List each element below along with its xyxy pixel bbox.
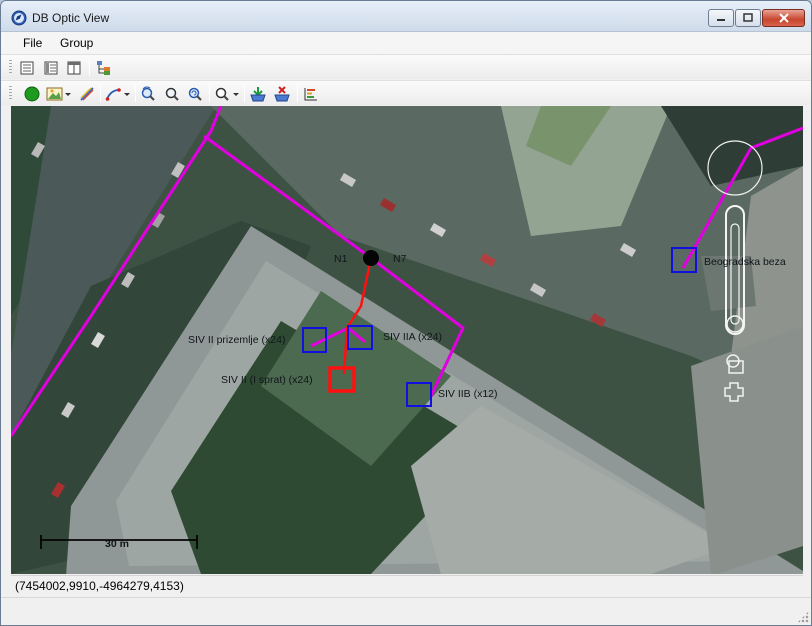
zoom-window-button[interactable]: [162, 84, 182, 103]
node-tool-button[interactable]: [22, 84, 42, 103]
toolbar-grip[interactable]: [9, 60, 12, 75]
minimize-icon: [717, 19, 725, 21]
background-image-dropdown[interactable]: [45, 84, 73, 103]
find-dropdown[interactable]: [213, 84, 241, 103]
coordinates-bar: (7454002,9910,-4964279,4153): [11, 575, 803, 595]
toolbar-map: [1, 80, 811, 105]
import-button[interactable]: [248, 84, 268, 103]
status-bar: [1, 597, 811, 625]
scale-label: 30 m: [105, 538, 129, 550]
menu-bar: File Group: [1, 32, 811, 54]
split-pane-icon: [67, 61, 81, 74]
delete-basket-icon: [274, 85, 290, 101]
tree-icon: [97, 60, 110, 75]
label-siv-iia: SIV IIA (x24): [383, 331, 442, 343]
single-pane-icon: [20, 61, 34, 74]
layout-single-button[interactable]: [17, 58, 37, 77]
cable-tool-button[interactable]: [77, 84, 97, 103]
map-view[interactable]: N1 N7 SIV II prizemlje (x24) SIV IIA (x2…: [11, 106, 803, 574]
resize-grip[interactable]: [797, 611, 809, 623]
toolbar-grip[interactable]: [9, 86, 12, 101]
node-junction[interactable]: [363, 250, 379, 266]
toolbar-separator: [135, 85, 136, 102]
report-button[interactable]: [301, 84, 321, 103]
label-siv-iib: SIV IIB (x12): [438, 388, 498, 400]
coordinates-readout: (7454002,9910,-4964279,4153): [15, 579, 184, 593]
close-button[interactable]: [762, 9, 805, 27]
find-magnifier-icon: [215, 87, 239, 101]
label-siv-prizemlje: SIV II prizemlje (x24): [188, 334, 286, 346]
layout-split-button[interactable]: [64, 58, 84, 77]
window-title: DB Optic View: [32, 11, 110, 25]
cable-icon: [80, 86, 94, 101]
zoom-in-button[interactable]: [138, 84, 158, 103]
delete-button[interactable]: [272, 84, 292, 103]
menu-group[interactable]: Group: [60, 36, 93, 50]
zoom-window-icon: [165, 87, 179, 101]
image-icon: [46, 87, 71, 100]
label-beogradska: Beogradska beza: [704, 256, 786, 268]
zoom-refresh-icon: [141, 86, 155, 101]
toolbar-separator: [244, 85, 245, 102]
label-n7: N7: [393, 253, 407, 265]
toolbar-separator: [100, 85, 101, 102]
toolbar-separator: [89, 59, 90, 76]
title-bar: DB Optic View: [1, 1, 811, 32]
app-window: DB Optic View File Group N1 N7 SIV II pr…: [0, 0, 812, 626]
tree-view-button[interactable]: [94, 58, 114, 77]
toolbar-separator: [297, 85, 298, 102]
label-n1: N1: [334, 253, 348, 265]
label-siv-isprat: SIV II (I sprat) (x24): [221, 374, 313, 386]
app-compass-icon: [11, 10, 27, 26]
zoom-rotate-button[interactable]: [185, 84, 205, 103]
layout-list-button[interactable]: [41, 58, 61, 77]
toolbar-separator: [209, 85, 210, 102]
zoom-rotate-icon: [188, 87, 202, 101]
minimize-button[interactable]: [708, 9, 734, 27]
close-icon: [778, 13, 789, 23]
bar-chart-icon: [304, 87, 317, 100]
green-circle-icon: [24, 86, 40, 101]
maximize-button[interactable]: [735, 9, 761, 27]
menu-file[interactable]: File: [23, 36, 42, 50]
list-pane-icon: [44, 61, 58, 74]
route-line-icon: [105, 87, 130, 101]
route-tool-dropdown[interactable]: [104, 84, 132, 103]
toolbar-layout: [1, 54, 811, 79]
download-basket-icon: [250, 86, 266, 101]
maximize-icon: [743, 13, 753, 22]
